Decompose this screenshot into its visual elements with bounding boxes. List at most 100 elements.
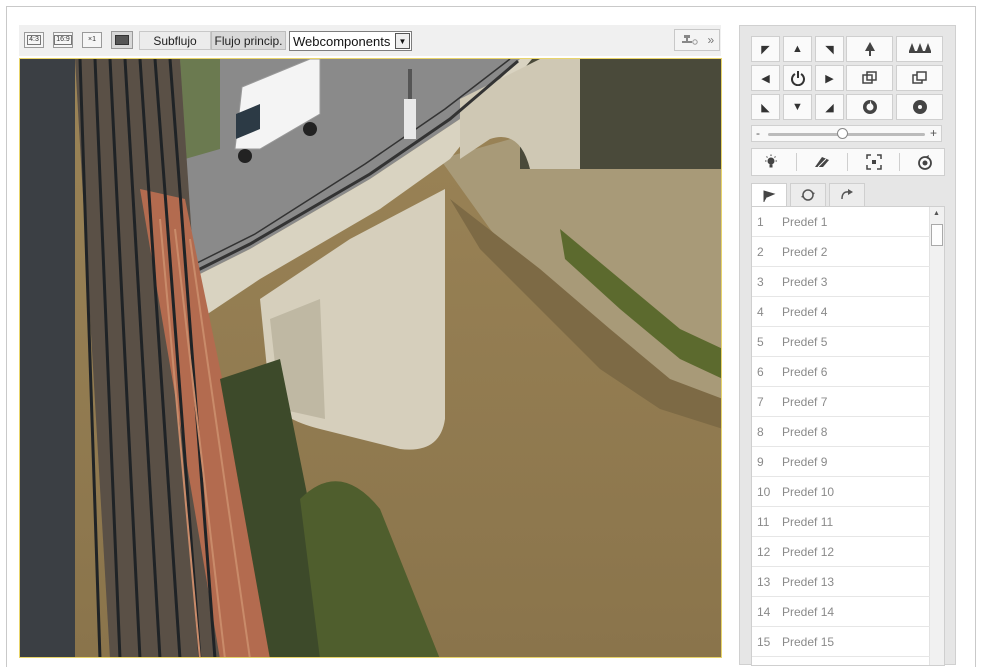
sub-stream-tab[interactable]: Subflujo [139, 31, 211, 50]
preset-row[interactable]: 3 Predef 3 [752, 267, 930, 297]
arrow-down-right-icon: ◢ [825, 101, 834, 114]
preset-number: 6 [757, 364, 764, 379]
preset-row[interactable]: 1 Predef 1 [752, 207, 930, 237]
fit-window-button[interactable] [111, 31, 133, 49]
main-stream-tab[interactable]: Flujo princip. [211, 31, 286, 50]
arrow-down-left-icon: ◣ [761, 101, 770, 114]
camera-scene [20, 59, 721, 657]
ptz-up-right-button[interactable]: ◥ [815, 36, 844, 62]
ptz-down-button[interactable]: ▼ [783, 94, 812, 120]
toolbar-right-controls[interactable]: » [674, 29, 720, 51]
preset-row[interactable]: 15 Predef 15 [752, 627, 930, 657]
plugin-select[interactable]: Webcomponents ▼ [289, 31, 412, 51]
preset-number: 4 [757, 304, 764, 319]
preset-row[interactable]: 14 Predef 14 [752, 597, 930, 627]
preset-name: Predef 5 [782, 334, 828, 349]
preset-name: Predef 4 [782, 304, 828, 319]
preset-number: 15 [757, 634, 771, 649]
preset-name: Predef 15 [782, 634, 835, 649]
preset-name: Predef 12 [782, 544, 835, 559]
iris-open-button[interactable] [846, 94, 893, 120]
expand-icon: » [707, 33, 715, 47]
preset-number: 9 [757, 454, 764, 469]
patrol-icon [801, 189, 815, 201]
ptz-left-button[interactable]: ◀ [751, 65, 780, 91]
preset-number: 3 [757, 274, 764, 289]
preset-row[interactable]: 4 Predef 4 [752, 297, 930, 327]
chevron-down-icon: ▼ [395, 33, 410, 49]
ptz-up-left-button[interactable]: ◤ [751, 36, 780, 62]
arrow-left-icon: ◀ [761, 72, 770, 85]
wiper-button[interactable] [810, 152, 834, 172]
aspect-16-9-button[interactable]: 16:9 [53, 32, 73, 48]
auxiliary-focus-button[interactable] [862, 152, 886, 172]
preset-name: Predef 10 [782, 484, 835, 499]
preset-name: Predef 14 [782, 604, 835, 619]
preset-number: 14 [757, 604, 771, 619]
tab-patterns[interactable] [829, 183, 865, 206]
scroll-thumb[interactable] [931, 224, 943, 246]
separator [795, 153, 797, 171]
preset-row[interactable]: 13 Predef 13 [752, 567, 930, 597]
preset-name: Predef 8 [782, 424, 828, 439]
ptz-right-button[interactable]: ▶ [815, 65, 844, 91]
preset-row[interactable]: 7 Predef 7 [752, 387, 930, 417]
live-video[interactable] [19, 58, 722, 658]
tab-presets[interactable] [751, 183, 787, 207]
pattern-icon [841, 189, 853, 200]
arrow-up-right-icon: ◥ [825, 43, 834, 56]
ptz-auto-button[interactable] [783, 65, 812, 91]
slider-plus: + [929, 126, 937, 140]
preset-number: 10 [757, 484, 771, 499]
tree-forest-icon [908, 43, 931, 53]
slider-knob[interactable] [836, 128, 848, 139]
flag-icon [763, 189, 776, 202]
preset-number: 1 [757, 214, 764, 229]
focus-far-button[interactable] [896, 65, 943, 91]
lens-init-button[interactable] [913, 152, 937, 172]
lens-init-icon [918, 155, 933, 170]
ptz-down-right-button[interactable]: ◢ [815, 94, 844, 120]
ptz-function-bar [751, 148, 945, 176]
light-bulb-icon [764, 154, 777, 168]
tree-single-icon [864, 42, 875, 56]
arrow-down-icon: ▼ [792, 101, 803, 113]
iris-close-icon [912, 100, 927, 114]
scroll-up-icon[interactable]: ▲ [933, 210, 940, 217]
preset-scrollbar[interactable]: ▲ [929, 207, 944, 665]
preset-row[interactable]: 6 Predef 6 [752, 357, 930, 387]
preset-row[interactable]: 2 Predef 2 [752, 237, 930, 267]
preset-number: 7 [757, 394, 764, 409]
separator [847, 153, 849, 171]
preset-row[interactable]: 5 Predef 5 [752, 327, 930, 357]
zoom-out-button[interactable] [896, 36, 943, 62]
preset-name: Predef 11 [782, 514, 834, 529]
preset-name: Predef 7 [782, 394, 828, 409]
focus-frame-icon [866, 154, 882, 170]
preset-row[interactable]: 8 Predef 8 [752, 417, 930, 447]
preset-name: Predef 1 [782, 214, 828, 229]
zoom-in-button[interactable] [846, 36, 893, 62]
ptz-down-left-button[interactable]: ◣ [751, 94, 780, 120]
preset-row[interactable]: 9 Predef 9 [752, 447, 930, 477]
focus-near-icon [861, 71, 877, 84]
preset-row[interactable]: 12 Predef 12 [752, 537, 930, 567]
focus-near-button[interactable] [846, 65, 893, 91]
preset-row[interactable]: 11 Predef 11 [752, 507, 930, 537]
iris-close-button[interactable] [896, 94, 943, 120]
focus-far-icon [911, 71, 927, 84]
fit-window-icon [115, 35, 129, 45]
power-icon [790, 71, 805, 86]
preset-name: Predef 3 [782, 274, 828, 289]
wiper-icon [815, 157, 830, 168]
original-size-button[interactable]: ×1 [82, 32, 102, 48]
preset-number: 8 [757, 424, 764, 439]
ptz-up-button[interactable]: ▲ [783, 36, 812, 62]
light-button[interactable] [759, 152, 783, 172]
preset-name: Predef 2 [782, 244, 828, 259]
aspect-4-3-button[interactable]: 4:3 [24, 32, 44, 48]
preset-name: Predef 9 [782, 454, 828, 469]
ptz-speed-slider[interactable]: - + [751, 125, 942, 142]
preset-row[interactable]: 10 Predef 10 [752, 477, 930, 507]
tab-patrols[interactable] [790, 183, 826, 206]
